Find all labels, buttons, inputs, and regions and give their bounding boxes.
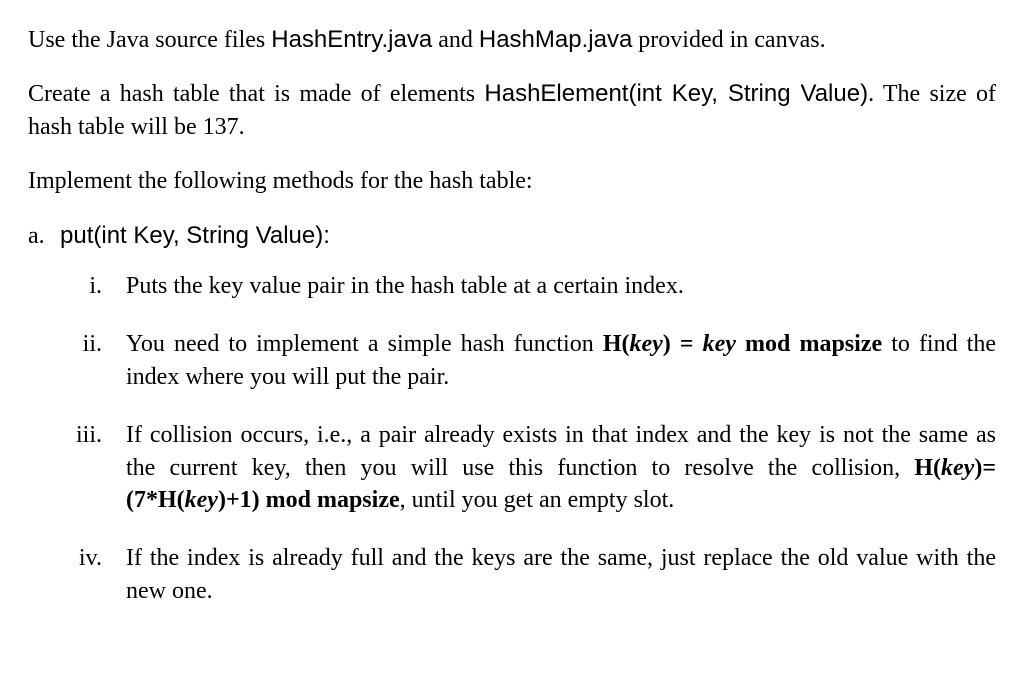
- list-body-i: Puts the key value pair in the hash tabl…: [126, 270, 996, 302]
- list-marker-iv: iv.: [46, 542, 126, 607]
- text: and: [432, 27, 479, 53]
- list-body-iii: If collision occurs, i.e., a pair alread…: [126, 419, 996, 516]
- intro-paragraph-1: Use the Java source files HashEntry.java…: [28, 24, 996, 56]
- list-item-iii: iii. If collision occurs, i.e., a pair a…: [46, 419, 996, 516]
- intro-paragraph-3: Implement the following methods for the …: [28, 165, 996, 197]
- text: H(: [603, 331, 630, 357]
- text: mod mapsize: [736, 331, 882, 357]
- filename-hashmap: HashMap.java: [479, 26, 632, 53]
- method-item-put: a. put(int Key, String Value):: [28, 220, 996, 252]
- method-signature-put: put(int Key, String Value):: [60, 220, 330, 252]
- text: Create a hash table that is made of elem…: [28, 81, 484, 107]
- text: H(: [914, 455, 941, 481]
- method-list: a. put(int Key, String Value):: [28, 220, 996, 252]
- text: You need to implement a simple hash func…: [126, 331, 603, 357]
- list-marker-i: i.: [46, 270, 126, 302]
- list-marker-iii: iii.: [46, 419, 126, 516]
- text: , until you get an empty slot.: [400, 487, 675, 513]
- hash-element-signature: HashElement(int Key, String Value): [484, 80, 868, 107]
- list-item-ii: ii. You need to implement a simple hash …: [46, 328, 996, 393]
- sub-list: i. Puts the key value pair in the hash t…: [28, 270, 996, 607]
- text: )+1) mod mapsize: [218, 487, 400, 513]
- list-item-i: i. Puts the key value pair in the hash t…: [46, 270, 996, 302]
- list-body-ii: You need to implement a simple hash func…: [126, 328, 996, 393]
- intro-paragraph-2: Create a hash table that is made of elem…: [28, 78, 996, 143]
- text-key: key: [703, 331, 736, 357]
- list-item-iv: iv. If the index is already full and the…: [46, 542, 996, 607]
- text: Use the Java source files: [28, 27, 271, 53]
- list-body-iv: If the index is already full and the key…: [126, 542, 996, 607]
- text-key: key: [629, 331, 662, 357]
- text-key: key: [185, 487, 218, 513]
- text: provided in canvas.: [632, 27, 825, 53]
- filename-hashentry: HashEntry.java: [271, 26, 432, 53]
- list-marker-ii: ii.: [46, 328, 126, 393]
- hash-func-def: H(key) = key mod mapsize: [603, 331, 882, 357]
- text: If collision occurs, i.e., a pair alread…: [126, 422, 996, 480]
- text-key: key: [941, 455, 974, 481]
- text: ) =: [663, 331, 703, 357]
- list-marker-a: a.: [28, 220, 60, 252]
